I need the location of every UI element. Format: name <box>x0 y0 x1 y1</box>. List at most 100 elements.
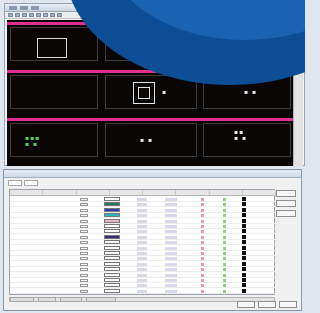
option-checkbox[interactable] <box>86 297 116 302</box>
print-flag[interactable] <box>201 208 204 212</box>
print-flag[interactable] <box>201 219 204 223</box>
delete-layer-button[interactable] <box>276 200 296 207</box>
visible-checkbox[interactable] <box>80 284 88 288</box>
tab-2[interactable] <box>24 180 38 186</box>
lock-flag[interactable] <box>223 284 226 288</box>
lock-flag[interactable] <box>223 262 226 266</box>
layer-color-swatch[interactable] <box>104 234 120 239</box>
visible-checkbox[interactable] <box>80 246 88 250</box>
line-width-cell[interactable] <box>165 289 177 293</box>
line-width-cell[interactable] <box>165 241 177 245</box>
line-type-cell[interactable] <box>137 219 147 223</box>
layer-row[interactable] <box>10 213 276 219</box>
line-type-cell[interactable] <box>137 252 147 255</box>
line-width-cell[interactable] <box>165 273 177 277</box>
lock-flag[interactable] <box>223 225 226 228</box>
sheet-frame[interactable] <box>10 27 98 61</box>
layer-row[interactable] <box>10 272 276 278</box>
menu-block[interactable] <box>31 5 39 10</box>
layer-row[interactable] <box>10 197 276 202</box>
tool-icon[interactable] <box>29 13 34 17</box>
cancel-button[interactable] <box>258 301 276 308</box>
tool-icon[interactable] <box>36 13 41 17</box>
lock-flag[interactable] <box>223 219 226 223</box>
line-type-cell[interactable] <box>137 208 147 212</box>
column-header[interactable] <box>176 190 210 195</box>
ok-button[interactable] <box>237 301 255 308</box>
layer-row[interactable] <box>10 229 276 235</box>
print-flag[interactable] <box>201 279 204 282</box>
line-type-cell[interactable] <box>137 198 147 201</box>
lock-flag[interactable] <box>223 203 226 207</box>
line-type-cell[interactable] <box>137 289 147 293</box>
print-flag[interactable] <box>201 230 204 234</box>
layer-row[interactable] <box>10 267 276 273</box>
sheet-row-3[interactable]: ▪▪▪ ▪ ▪ ▪ ▪ ▪▪ ▪ ▪ <box>7 118 293 160</box>
line-type-cell[interactable] <box>137 257 147 261</box>
column-header[interactable] <box>10 190 44 195</box>
sheet-frame[interactable]: ▪▪ ▪ ▪ <box>203 123 291 157</box>
lock-flag[interactable] <box>223 273 226 277</box>
column-header[interactable] <box>210 190 243 195</box>
visible-checkbox[interactable] <box>80 225 88 228</box>
layer-color-swatch[interactable] <box>104 213 120 218</box>
layer-row[interactable] <box>10 245 276 251</box>
layer-color-swatch[interactable] <box>104 224 120 228</box>
lock-flag[interactable] <box>223 279 226 282</box>
option-checkbox[interactable] <box>10 297 34 302</box>
layer-row[interactable] <box>10 251 276 256</box>
line-type-cell[interactable] <box>137 273 147 277</box>
layer-color-swatch[interactable] <box>104 256 120 261</box>
lock-flag[interactable] <box>223 241 226 245</box>
visible-checkbox[interactable] <box>80 279 88 282</box>
layer-row[interactable] <box>10 240 276 246</box>
line-width-cell[interactable] <box>165 252 177 255</box>
print-flag[interactable] <box>201 225 204 228</box>
line-type-cell[interactable] <box>137 262 147 266</box>
lock-flag[interactable] <box>223 198 226 201</box>
layer-row[interactable] <box>10 207 276 213</box>
line-width-cell[interactable] <box>165 203 177 207</box>
lock-flag[interactable] <box>223 214 226 218</box>
properties-button[interactable] <box>276 210 296 217</box>
print-flag[interactable] <box>201 268 204 272</box>
visible-checkbox[interactable] <box>80 241 88 245</box>
layer-row[interactable] <box>10 256 276 262</box>
visible-checkbox[interactable] <box>80 273 88 277</box>
print-flag[interactable] <box>201 257 204 261</box>
line-width-cell[interactable] <box>165 257 177 261</box>
print-flag[interactable] <box>201 198 204 201</box>
visible-checkbox[interactable] <box>80 262 88 266</box>
print-flag[interactable] <box>201 284 204 288</box>
print-flag[interactable] <box>201 246 204 250</box>
line-width-cell[interactable] <box>165 246 177 250</box>
layer-color-swatch[interactable] <box>104 283 120 288</box>
line-type-cell[interactable] <box>137 203 147 207</box>
layer-color-swatch[interactable] <box>104 267 120 272</box>
line-width-cell[interactable] <box>165 268 177 272</box>
line-type-cell[interactable] <box>137 284 147 288</box>
tool-icon[interactable] <box>57 13 62 17</box>
layer-row[interactable] <box>10 278 276 283</box>
line-type-cell[interactable] <box>137 214 147 218</box>
print-flag[interactable] <box>201 273 204 277</box>
layer-color-swatch[interactable] <box>104 197 120 201</box>
line-width-cell[interactable] <box>165 230 177 234</box>
visible-checkbox[interactable] <box>80 230 88 234</box>
layer-color-swatch[interactable] <box>104 261 120 266</box>
option-checkbox[interactable] <box>38 297 56 302</box>
lock-flag[interactable] <box>223 235 226 239</box>
sheet-frame[interactable]: ▪ ▪ <box>105 123 197 157</box>
column-header[interactable] <box>43 190 77 195</box>
tool-icon[interactable] <box>43 13 48 17</box>
visible-checkbox[interactable] <box>80 203 88 207</box>
tool-icon[interactable] <box>22 13 27 17</box>
print-flag[interactable] <box>201 262 204 266</box>
layer-row[interactable] <box>10 261 276 267</box>
line-type-cell[interactable] <box>137 241 147 245</box>
apply-button[interactable] <box>279 301 297 308</box>
lock-flag[interactable] <box>223 257 226 261</box>
column-header[interactable] <box>77 190 110 195</box>
visible-checkbox[interactable] <box>80 257 88 261</box>
visible-checkbox[interactable] <box>80 208 88 212</box>
